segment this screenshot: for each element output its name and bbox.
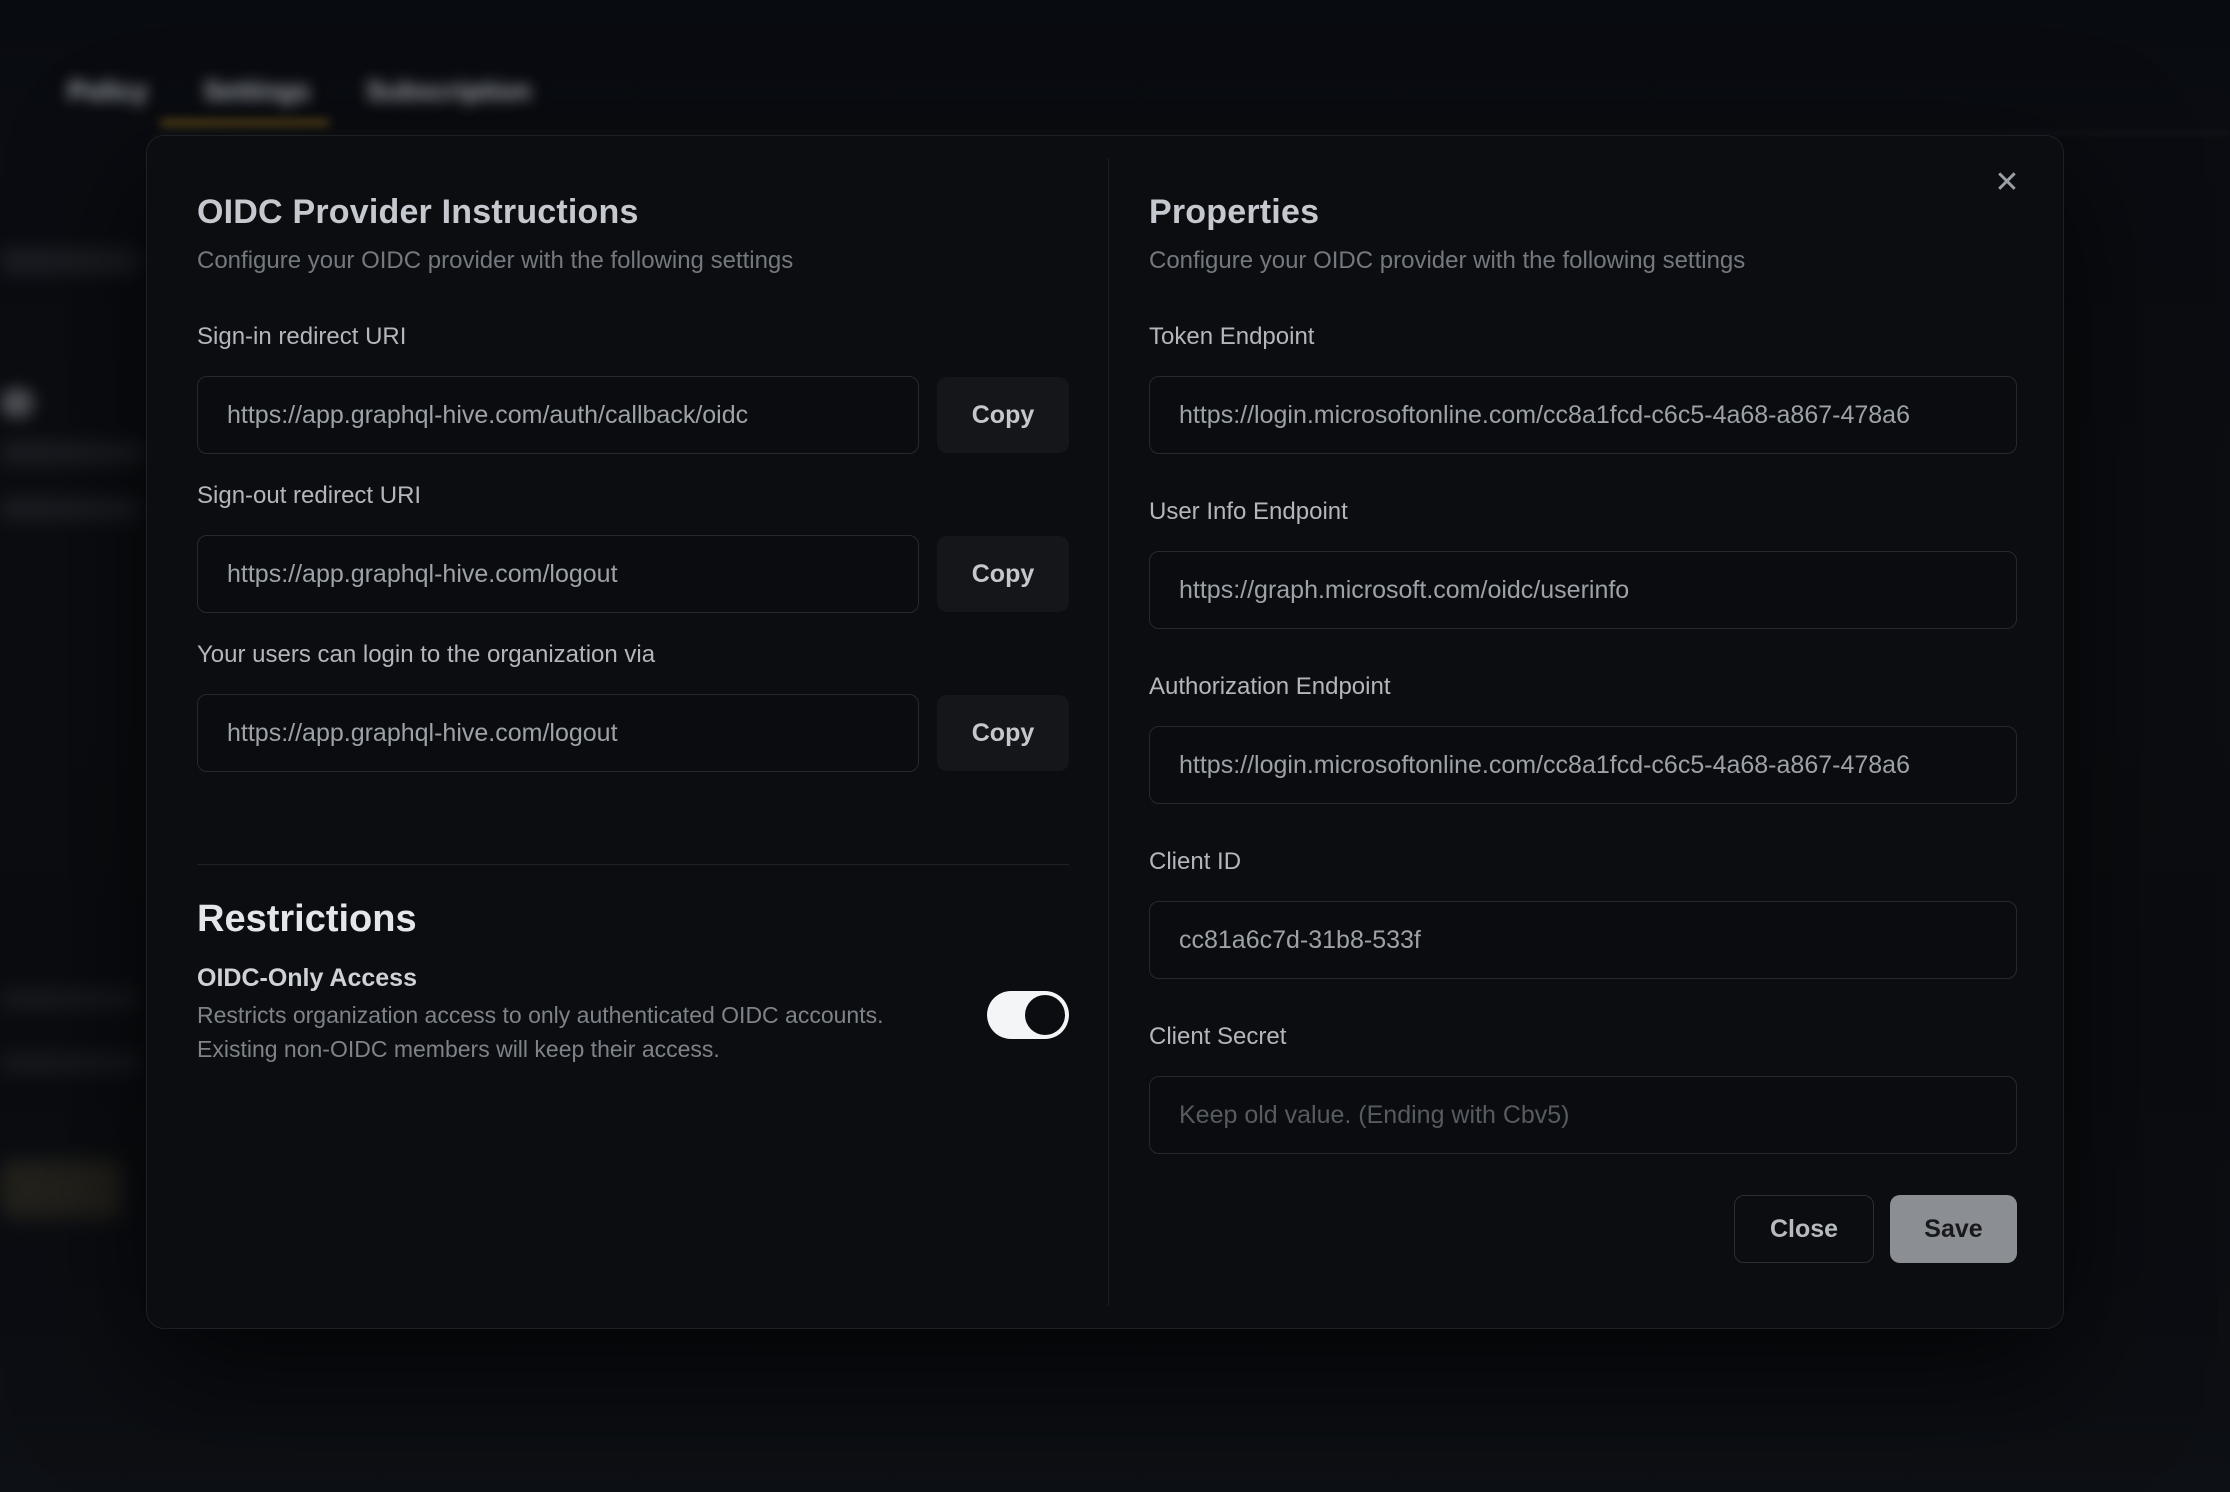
background-blurred-text — [0, 1052, 140, 1074]
sign-out-redirect-uri-input[interactable] — [197, 535, 919, 613]
background-tab-bar: Policy Settings Subscription — [40, 62, 559, 121]
client-secret-label: Client Secret — [1149, 1024, 2017, 1050]
token-endpoint-label: Token Endpoint — [1149, 324, 2017, 350]
instructions-title: OIDC Provider Instructions — [197, 192, 1069, 232]
description-line-1: Restricts organization access to only au… — [197, 998, 957, 1032]
client-secret-input[interactable] — [1149, 1076, 2017, 1154]
instructions-subtitle: Configure your OIDC provider with the fo… — [197, 246, 1069, 276]
page: Policy Settings Subscription ✕ OIDC Prov… — [0, 0, 2230, 1492]
oidc-only-access-label: OIDC-Only Access — [197, 963, 957, 993]
background-blurred-icon — [0, 388, 34, 418]
background-blurred-button — [0, 1160, 122, 1218]
copy-sign-out-uri-button[interactable]: Copy — [937, 536, 1069, 612]
tab-policy[interactable]: Policy — [40, 62, 176, 121]
properties-subtitle: Configure your OIDC provider with the fo… — [1149, 246, 2017, 276]
save-button[interactable]: Save — [1890, 1195, 2017, 1263]
sign-out-redirect-uri-label: Sign-out redirect URI — [197, 483, 1069, 509]
copy-sign-in-uri-button[interactable]: Copy — [937, 377, 1069, 453]
active-tab-underline — [160, 120, 330, 126]
properties-title: Properties — [1149, 192, 2017, 232]
tab-settings[interactable]: Settings — [176, 62, 339, 121]
close-button[interactable]: Close — [1734, 1195, 1874, 1263]
authorization-endpoint-label: Authorization Endpoint — [1149, 674, 2017, 700]
background-blurred-text — [0, 248, 140, 274]
column-divider — [1108, 158, 1109, 1306]
client-id-input[interactable] — [1149, 901, 2017, 979]
background-blurred-text — [0, 988, 138, 1010]
sign-in-redirect-uri-input[interactable] — [197, 376, 919, 454]
restrictions-divider — [197, 864, 1069, 865]
client-id-label: Client ID — [1149, 849, 2017, 875]
background-blurred-text — [0, 498, 140, 520]
toggle-knob — [1025, 995, 1065, 1035]
login-via-input[interactable] — [197, 694, 919, 772]
token-endpoint-input[interactable] — [1149, 376, 2017, 454]
oidc-settings-dialog: ✕ OIDC Provider Instructions Configure y… — [146, 135, 2064, 1329]
properties-column: Properties Configure your OIDC provider … — [1149, 136, 2017, 1263]
user-info-endpoint-label: User Info Endpoint — [1149, 499, 2017, 525]
login-via-label: Your users can login to the organization… — [197, 642, 1069, 668]
instructions-column: OIDC Provider Instructions Configure you… — [197, 136, 1069, 1066]
restrictions-title: Restrictions — [197, 896, 1069, 942]
authorization-endpoint-input[interactable] — [1149, 726, 2017, 804]
description-line-2: Existing non-OIDC members will keep thei… — [197, 1032, 957, 1066]
oidc-only-access-toggle[interactable] — [987, 991, 1069, 1039]
sign-in-redirect-uri-label: Sign-in redirect URI — [197, 324, 1069, 350]
copy-login-uri-button[interactable]: Copy — [937, 695, 1069, 771]
user-info-endpoint-input[interactable] — [1149, 551, 2017, 629]
background-blurred-text — [0, 442, 144, 464]
tab-subscription[interactable]: Subscription — [338, 62, 559, 121]
oidc-only-access-description: Restricts organization access to only au… — [197, 998, 957, 1066]
